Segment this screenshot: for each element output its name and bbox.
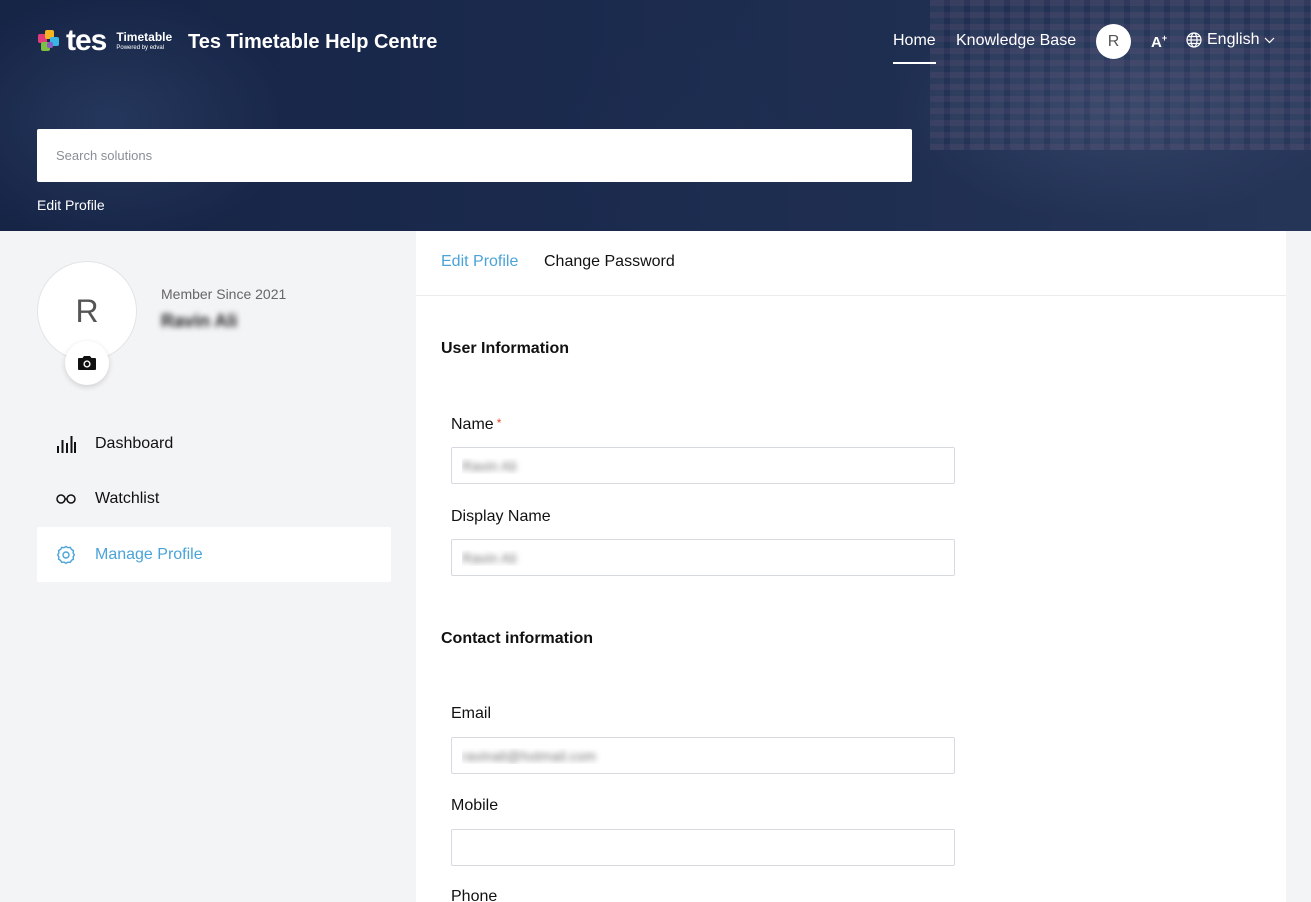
logo-product: Timetable: [116, 29, 173, 44]
sidebar-item-label: Dashboard: [95, 434, 174, 452]
logo[interactable]: tes Timetable Powered by edval: [38, 24, 173, 57]
tab-change-password[interactable]: Change Password: [544, 253, 675, 271]
chevron-down-icon: [1265, 37, 1275, 43]
logo-powered: Powered by edval: [116, 44, 165, 51]
member-since: Member Since 2021: [161, 286, 287, 302]
logo-word: tes: [66, 24, 107, 57]
nav-knowledge-base-link[interactable]: Knowledge Base: [956, 32, 1076, 50]
nav-active-indicator: [893, 62, 936, 64]
change-photo-button[interactable]: [65, 341, 109, 385]
glasses-icon: [56, 493, 76, 504]
sidebar-item-label: Manage Profile: [95, 545, 203, 563]
email-field[interactable]: [451, 737, 955, 774]
language-selector[interactable]: English: [1186, 31, 1275, 49]
display-name-field[interactable]: [451, 539, 955, 576]
sidebar-item-dashboard[interactable]: Dashboard: [37, 416, 391, 471]
required-marker: *: [496, 416, 502, 430]
user-avatar-button[interactable]: R: [1096, 24, 1131, 59]
display-name-label: Display Name: [451, 508, 551, 525]
profile-tabs: Edit Profile Change Password: [416, 231, 1286, 296]
name-field[interactable]: [451, 447, 955, 484]
plus-icon: +: [1161, 33, 1168, 43]
name-label: Name *: [451, 416, 502, 433]
font-size-toggle[interactable]: A+: [1151, 33, 1167, 51]
profile-panel: Edit Profile Change Password User Inform…: [416, 231, 1286, 902]
sidebar-item-watchlist[interactable]: Watchlist: [37, 471, 391, 526]
user-information-heading: User Information: [441, 340, 570, 357]
language-label: English: [1207, 31, 1260, 48]
logo-mark-icon: [38, 30, 60, 52]
profile-name: Ravin Ali: [161, 311, 238, 331]
sidebar-item-label: Watchlist: [95, 489, 160, 507]
mobile-label: Mobile: [451, 797, 499, 814]
contact-information-heading: Contact information: [441, 630, 593, 647]
search-input[interactable]: [37, 129, 912, 182]
breadcrumb: Edit Profile: [37, 197, 105, 213]
email-label: Email: [451, 705, 492, 722]
bar-chart-icon: [57, 435, 76, 453]
globe-icon: [1186, 32, 1202, 48]
header-banner: tes Timetable Powered by edval Tes Timet…: [0, 0, 1311, 231]
mobile-field[interactable]: [451, 829, 955, 866]
site-title[interactable]: Tes Timetable Help Centre: [188, 31, 437, 54]
gear-icon: [56, 545, 76, 564]
phone-label: Phone: [451, 888, 498, 902]
camera-icon: [78, 356, 96, 370]
nav-home-link[interactable]: Home: [893, 32, 936, 50]
tab-edit-profile[interactable]: Edit Profile: [441, 253, 518, 271]
sidebar-item-manage-profile[interactable]: Manage Profile: [37, 527, 391, 582]
